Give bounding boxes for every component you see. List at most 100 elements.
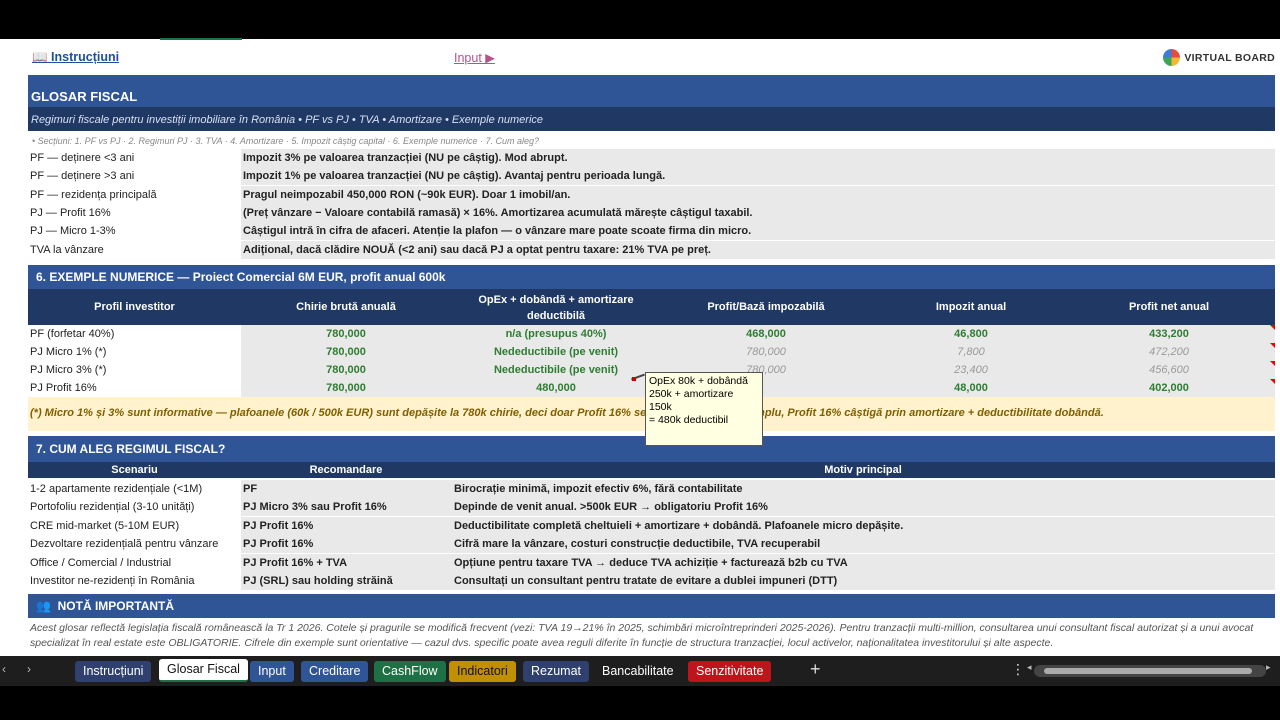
active-cell-indicator: [160, 38, 242, 40]
exemple-impozit[interactable]: 46,800: [871, 325, 1071, 343]
cum-aleg-scenariu[interactable]: CRE mid-market (5-10M EUR): [30, 517, 179, 535]
exemple-net[interactable]: 472,200: [1071, 343, 1267, 361]
exemple-opex[interactable]: n/a (presupus 40%): [451, 325, 661, 343]
tab-rezumat[interactable]: Rezumat: [523, 661, 590, 682]
cum-aleg-motiv[interactable]: Consultați un consultant pentru tratate …: [454, 572, 837, 590]
comment-marker[interactable]: [1270, 343, 1275, 348]
summary-label[interactable]: TVA la vânzare: [30, 241, 104, 259]
tab-creditare[interactable]: Creditare: [301, 661, 369, 682]
summary-row: PJ — Micro 1-3% Câștigul intră în cifra d…: [28, 222, 1275, 241]
summary-label[interactable]: PJ — Profit 16%: [30, 204, 111, 222]
glosar-title: GLOSAR FISCAL: [28, 75, 1275, 107]
horizontal-scrollbar[interactable]: [1034, 665, 1266, 677]
exemple-baza[interactable]: 468,000: [661, 325, 871, 343]
comment-marker[interactable]: [1270, 361, 1275, 366]
exemple-chirie[interactable]: 780,000: [241, 343, 451, 361]
comment-line-2: 250k + amortizare 150k: [649, 388, 734, 413]
exemple-net[interactable]: 402,000: [1071, 379, 1267, 397]
nota-title-bar: 👥 NOTĂ IMPORTANTĂ: [28, 594, 1275, 618]
exemple-net[interactable]: 433,200: [1071, 325, 1267, 343]
sheet-grid: 📖 Instrucțiuni Input ▶ VIRTUAL BOARD GLO…: [28, 39, 1275, 656]
tab-input[interactable]: Input: [250, 661, 294, 682]
cum-aleg-recomandare[interactable]: PJ Profit 16% + TVA: [243, 554, 347, 572]
exemple-profil[interactable]: PJ Micro 1% (*): [30, 343, 106, 361]
exemple-header-chirie: Chirie brută anuală: [296, 301, 396, 313]
cum-aleg-scenariu[interactable]: Dezvoltare rezidențială pentru vânzare: [30, 535, 218, 553]
more-options-icon[interactable]: ⋮: [1011, 661, 1025, 678]
exemple-opex[interactable]: Nedeductibile (pe venit): [451, 343, 661, 361]
exemple-profil[interactable]: PJ Profit 16%: [30, 379, 97, 397]
comment-marker[interactable]: [1270, 325, 1275, 330]
cum-aleg-recomandare[interactable]: PJ (SRL) sau holding străină: [243, 572, 393, 590]
summary-label[interactable]: PJ — Micro 1-3%: [30, 222, 116, 240]
exemple-profil[interactable]: PF (forfetar 40%): [30, 325, 114, 343]
summary-row: PF — deținere <3 ani Impozit 3% pe valoar…: [28, 149, 1275, 167]
tab-instructiuni[interactable]: Instrucțiuni: [75, 661, 152, 682]
cum-aleg-recomandare[interactable]: PJ Profit 16%: [243, 535, 313, 553]
summary-label[interactable]: PF — rezidența principală: [30, 186, 157, 204]
cum-aleg-motiv[interactable]: Cifră mare la vânzare, costuri construcț…: [454, 535, 820, 553]
exemple-baza[interactable]: 780,000: [661, 343, 871, 361]
exemple-impozit[interactable]: 48,000: [871, 379, 1071, 397]
hscroll-left-icon[interactable]: ◂: [1027, 662, 1032, 673]
scrollbar-thumb[interactable]: [1044, 668, 1252, 674]
exemple-header-profil: Profil investitor: [94, 301, 175, 313]
summary-label[interactable]: PF — deținere <3 ani: [30, 149, 134, 167]
cum-aleg-recomandare[interactable]: PF: [243, 480, 257, 498]
exemple-chirie[interactable]: 780,000: [241, 361, 451, 379]
summary-label[interactable]: PF — deținere >3 ani: [30, 167, 134, 185]
instructiuni-link[interactable]: 📖 Instrucțiuni: [32, 50, 119, 65]
sections-index: • Secțiuni: 1. PF vs PJ · 2. Regimuri PJ…: [32, 136, 539, 146]
exemple-opex[interactable]: Nedeductibile (pe venit): [451, 361, 661, 379]
cum-aleg-row: Portofoliu rezidențial (3-10 unități) PJ …: [28, 498, 1275, 517]
summary-text[interactable]: Pragul neimpozabil 450,000 RON (~90k EUR…: [243, 186, 570, 204]
cum-aleg-header-row: Scenariu Recomandare Motiv principal: [28, 462, 1275, 478]
cum-aleg-motiv[interactable]: Opțiune pentru taxare TVA → deduce TVA a…: [454, 554, 848, 572]
scroll-left-icon[interactable]: ‹: [2, 662, 6, 676]
cum-aleg-header-scenariu: Scenariu: [111, 464, 158, 476]
cum-aleg-recomandare[interactable]: PJ Profit 16%: [243, 517, 313, 535]
tab-indicatori[interactable]: Indicatori: [449, 661, 516, 682]
summary-row: PF — deținere >3 ani Impozit 1% pe valoar…: [28, 167, 1275, 186]
exemple-chirie[interactable]: 780,000: [241, 379, 451, 397]
nota-text: Acest glosar reflectă legislația fiscală…: [30, 622, 1254, 649]
tab-senzitivitate[interactable]: Senzitivitate: [688, 661, 772, 682]
tab-glosar-fiscal[interactable]: Glosar Fiscal: [159, 659, 248, 682]
exemple-profil[interactable]: PJ Micro 3% (*): [30, 361, 106, 379]
tab-bancabilitate[interactable]: Bancabilitate: [594, 661, 682, 682]
input-link[interactable]: Input ▶: [454, 50, 495, 65]
cum-aleg-header-recomandare: Recomandare: [309, 464, 383, 476]
summary-text[interactable]: (Preț vânzare − Valoare contabilă ramasă…: [243, 204, 753, 222]
add-sheet-icon[interactable]: +: [810, 659, 821, 680]
summary-text[interactable]: Impozit 3% pe valoarea tranzacției (NU p…: [243, 149, 568, 167]
exemple-net[interactable]: 456,600: [1071, 361, 1267, 379]
virtual-board-logo: VIRTUAL BOARD: [1163, 49, 1275, 66]
hscroll-right-icon[interactable]: ▸: [1266, 662, 1271, 673]
exemple-header-opex: OpEx + dobândă + amortizare deductibilă: [478, 294, 634, 322]
cum-aleg-recomandare[interactable]: PJ Micro 3% sau Profit 16%: [243, 498, 387, 516]
summary-text[interactable]: Adițional, dacă clădire NOUĂ (<2 ani) sa…: [243, 241, 711, 259]
cum-aleg-motiv[interactable]: Birocrație minimă, impozit efectiv 6%, f…: [454, 480, 743, 498]
comment-indicator[interactable]: [632, 377, 636, 381]
exemple-opex[interactable]: 480,000: [451, 379, 661, 397]
cum-aleg-motiv[interactable]: Deductibilitate completă cheltuieli + am…: [454, 517, 903, 535]
exemple-row: PJ Micro 1% (*) 780,000 Nedeductibile (pe …: [28, 343, 1275, 361]
summary-text[interactable]: Câștigul intră în cifra de afaceri. Aten…: [243, 222, 751, 240]
sheet-tab-bar: ‹ › Instrucțiuni Glosar Fiscal Input Credit…: [0, 656, 1280, 686]
logo-text: VIRTUAL BOARD: [1184, 51, 1275, 64]
exemple-chirie[interactable]: 780,000: [241, 325, 451, 343]
summary-text[interactable]: Impozit 1% pe valoarea tranzacției (NU p…: [243, 167, 665, 185]
instructiuni-link-label: Instrucțiuni: [51, 50, 120, 64]
scroll-right-icon[interactable]: ›: [27, 662, 31, 676]
cum-aleg-scenariu[interactable]: Office / Comercial / Industrial: [30, 554, 171, 572]
people-icon: 👥: [36, 599, 51, 613]
exemple-impozit[interactable]: 7,800: [871, 343, 1071, 361]
cum-aleg-scenariu[interactable]: Investitor ne-rezidenți în România: [30, 572, 194, 590]
cum-aleg-motiv[interactable]: Depinde de venit anual. >500k EUR → obli…: [454, 498, 768, 516]
cum-aleg-scenariu[interactable]: Portofoliu rezidențial (3-10 unități): [30, 498, 194, 516]
comment-marker[interactable]: [1270, 379, 1275, 384]
spreadsheet-sheet[interactable]: 📖 Instrucțiuni Input ▶ VIRTUAL BOARD GLO…: [0, 39, 1280, 656]
exemple-impozit[interactable]: 23,400: [871, 361, 1071, 379]
tab-cashflow[interactable]: CashFlow: [374, 661, 446, 682]
cum-aleg-scenariu[interactable]: 1-2 apartamente rezidențiale (<1M): [30, 480, 202, 498]
